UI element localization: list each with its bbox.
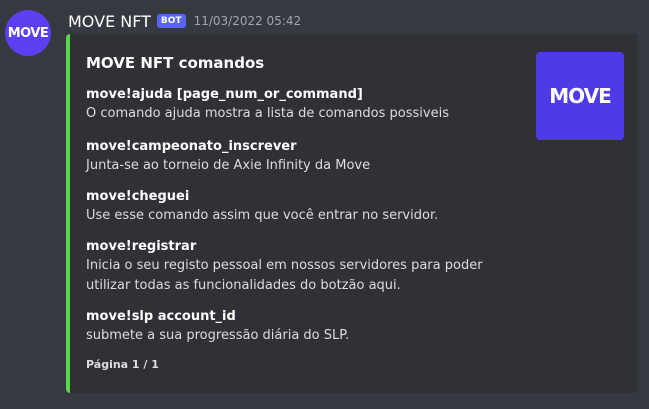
embed-field-ajuda: move!ajuda [page_num_or_command] O coman… xyxy=(86,86,526,124)
embed-footer-pagination: Página 1 / 1 xyxy=(86,358,159,371)
embed-field-cheguei: move!cheguei Use esse comando assim que … xyxy=(86,188,526,226)
message-timestamp[interactable]: 11/03/2022 05:42 xyxy=(194,14,302,28)
field-value: Use esse comando assim que você entrar n… xyxy=(86,208,439,223)
bot-avatar[interactable]: MOVE xyxy=(5,10,51,56)
message-header: MOVE NFT BOT 11/03/2022 05:42 xyxy=(68,10,301,32)
field-value-line-1: Inicia o seu registo pessoal em nossos s… xyxy=(86,258,483,273)
field-value: submete a sua progressão diária do SLP. xyxy=(86,328,350,343)
field-name: move!registrar xyxy=(86,239,197,254)
embed-card: MOVE NFT comandos MOVE move!ajuda [page_… xyxy=(66,34,638,393)
field-value: O comando ajuda mostra a lista de comand… xyxy=(86,106,449,121)
embed-thumbnail[interactable]: MOVE xyxy=(536,52,624,140)
thumbnail-logo-text: MOVE xyxy=(549,84,612,108)
embed-field-registrar: move!registrar Inicia o seu registo pess… xyxy=(86,238,526,296)
embed-field-slp: move!slp account_id submete a sua progre… xyxy=(86,308,526,346)
embed-title: MOVE NFT comandos xyxy=(86,54,265,72)
bot-badge: BOT xyxy=(156,14,186,28)
embed-field-campeonato: move!campeonato_inscrever Junta-se ao to… xyxy=(86,138,526,176)
field-name: move!campeonato_inscrever xyxy=(86,139,297,154)
field-name: move!cheguei xyxy=(86,189,190,204)
field-value-line-2: utilizar todas as funcionalidades do bot… xyxy=(86,278,401,293)
username[interactable]: MOVE NFT xyxy=(68,12,151,31)
field-value: Junta-se ao torneio de Axie Infinity da … xyxy=(86,158,371,173)
avatar-logo-text: MOVE xyxy=(7,25,49,41)
field-name: move!slp account_id xyxy=(86,309,236,324)
field-name: move!ajuda [page_num_or_command] xyxy=(86,87,363,102)
